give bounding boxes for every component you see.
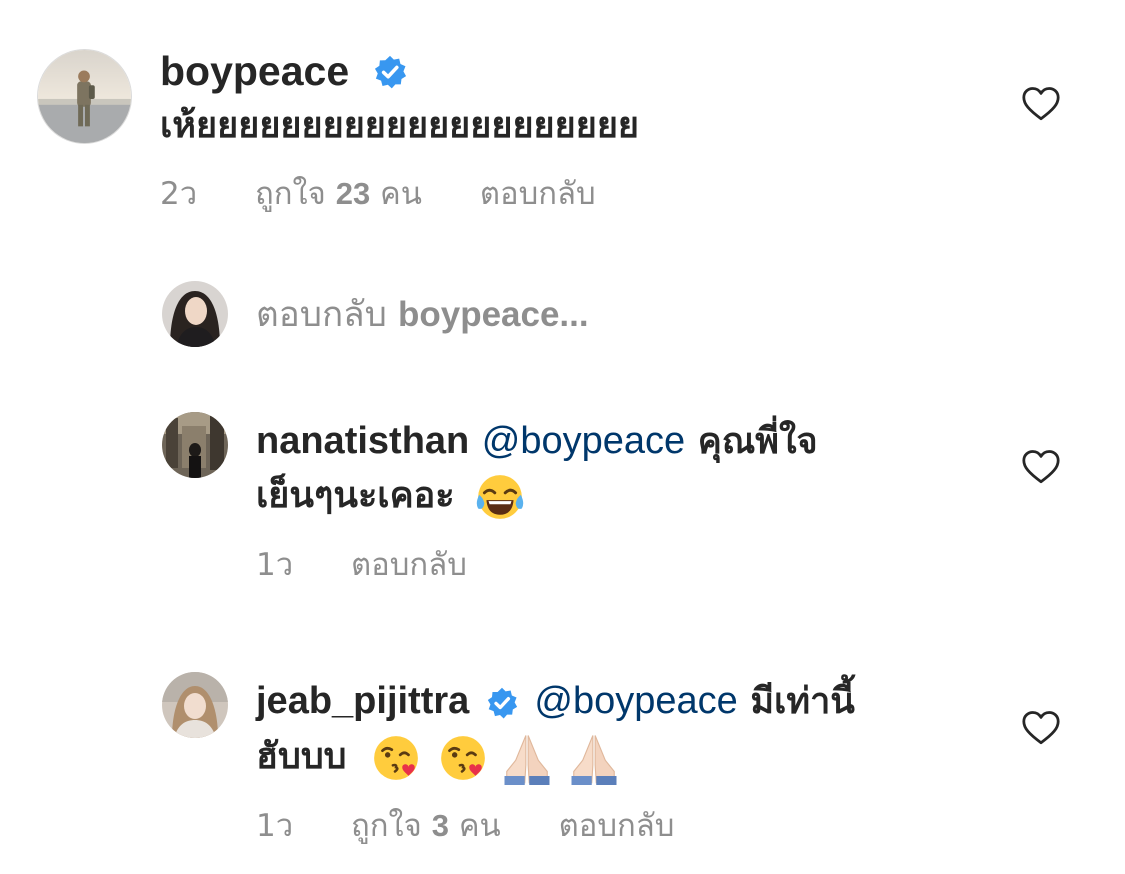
mention-link[interactable]: @boypeace [534,680,737,722]
comment-text: เย็นๆนะเคอะ [256,475,455,516]
folded-hands-emoji [571,735,617,785]
comment-username[interactable]: jeab_pijittra [256,680,469,722]
face-with-tears-of-joy-emoji [476,475,524,519]
likes-link[interactable]: ถูกใจ 3 คน [351,808,511,844]
comment-username[interactable]: nanatisthan [256,420,469,462]
view-replies-text[interactable]: ตอบกลับ boypeace... [256,293,589,337]
comment-text-line2: เย็นๆนะเคอะ [256,470,525,522]
likes-unit: คน [458,808,501,844]
heart-outline-icon[interactable] [1021,710,1061,746]
reply-button[interactable]: ตอบกลับ [559,808,675,844]
comment-time: 1ว [256,547,294,583]
likes-count: 23 [335,176,371,211]
verified-badge-icon [487,687,517,719]
comment-meta: 2ว ถูกใจ 23 คน ตอบกลับ [160,174,596,214]
comment-username[interactable]: boypeace [160,46,349,96]
avatar-jeab_pijittra[interactable] [162,672,228,738]
verified-badge-icon [373,55,407,89]
reply-button[interactable]: ตอบกลับ [351,547,467,583]
comment-text-line2: ฮับบบ [256,731,621,785]
comment-time: 2ว [160,176,198,212]
heart-outline-icon[interactable] [1021,86,1061,122]
mention-link[interactable]: @boypeace [482,420,685,462]
comment-text: เห้ยยยยยยยยยยยยยยยยยยยยย [160,105,640,146]
comment-text: มีเท่านี้ [750,681,855,722]
comment-time: 1ว [256,808,294,844]
comment-meta: 1ว ตอบกลับ [256,545,467,585]
likes-label: ถูกใจ [255,176,326,212]
comment-meta: 1ว ถูกใจ 3 คน ตอบกลับ [256,806,674,846]
comment-text: ฮับบบ [256,736,347,777]
avatar-boypeace[interactable] [37,49,132,144]
reply-button[interactable]: ตอบกลับ [480,176,596,212]
likes-unit: คน [380,176,422,212]
avatar-image [162,281,228,347]
face-blowing-kiss-emoji [374,736,418,780]
avatar-image [38,50,131,143]
comment-text: คุณพี่ใจ [697,421,818,462]
face-blowing-kiss-emoji [440,736,485,780]
heart-outline-icon[interactable] [1021,449,1061,485]
comment-text-line1: nanatisthan @boypeace คุณพี่ใจ [256,415,818,468]
reply-prompt-label: ตอบกลับ [256,295,387,335]
avatar-image [162,412,228,478]
reply-prompt-username: boypeace... [397,295,589,334]
likes-link[interactable]: ถูกใจ 23 คน [255,176,432,212]
comment-text-line1: jeab_pijittra @boypeace มีเท่านี้ [256,675,855,728]
folded-hands-emoji [504,735,550,785]
avatar-current-user [162,281,228,347]
likes-count: 3 [431,808,449,843]
avatar-nanatisthan[interactable] [162,412,228,478]
likes-label: ถูกใจ [351,808,422,844]
avatar-image [162,672,228,738]
